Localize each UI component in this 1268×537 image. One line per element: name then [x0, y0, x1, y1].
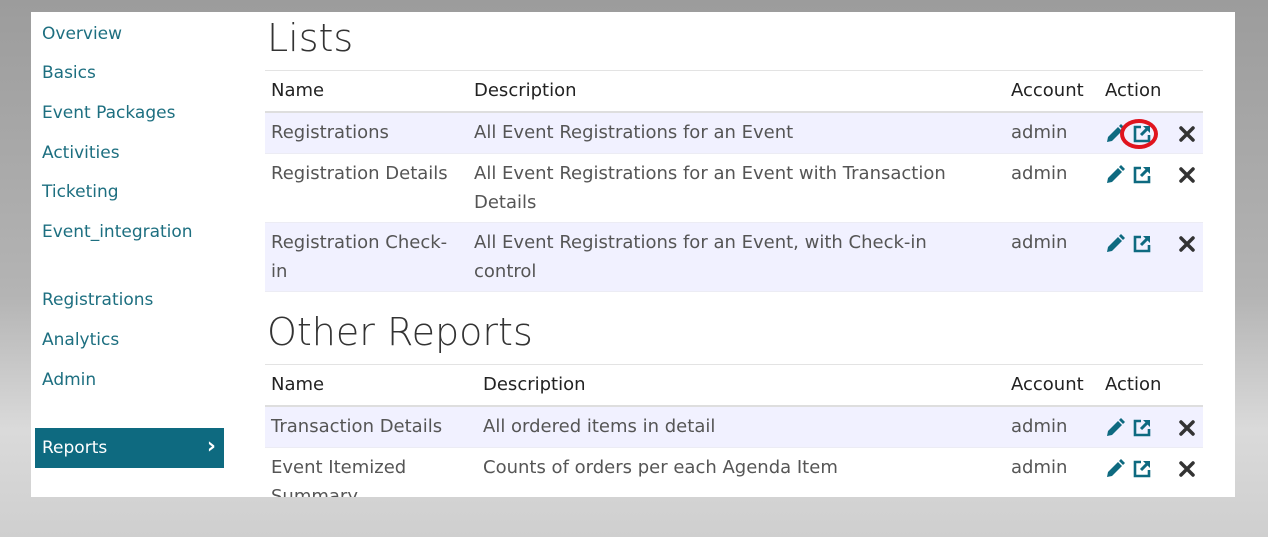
header-name: Name — [271, 374, 325, 395]
row-name[interactable]: Registration Details — [271, 159, 471, 188]
main-content: Lists Name Description Account Action Re… — [265, 12, 1203, 497]
row-account: admin — [1011, 232, 1068, 253]
close-icon[interactable] — [1177, 124, 1197, 144]
row-name[interactable]: Registration Check-in — [271, 228, 451, 286]
sidebar-item-label: Reports — [42, 438, 108, 458]
pencil-icon[interactable] — [1105, 234, 1125, 254]
pencil-icon[interactable] — [1105, 418, 1125, 438]
pencil-icon[interactable] — [1105, 459, 1125, 479]
row-name[interactable]: Event Itemized Summary — [271, 453, 451, 497]
external-link-icon[interactable] — [1132, 165, 1152, 185]
highlight-circle — [1120, 119, 1158, 149]
row-description: All Event Registrations for an Event — [474, 122, 794, 143]
header-description: Description — [483, 374, 586, 395]
table-row: Registration Check-in All Event Registra… — [265, 223, 1203, 292]
header-action: Action — [1105, 374, 1162, 395]
sidebar-item-event-integration[interactable]: Event_integration — [42, 221, 193, 243]
header-description: Description — [474, 80, 577, 101]
header-account: Account — [1011, 374, 1084, 395]
row-description: Counts of orders per each Agenda Item — [483, 457, 838, 478]
sidebar-item-analytics[interactable]: Analytics — [42, 329, 119, 351]
chevron-right-icon: › — [206, 434, 216, 459]
table-row: Registration Details All Event Registrat… — [265, 154, 1203, 223]
sidebar-item-ticketing[interactable]: Ticketing — [42, 181, 119, 203]
row-account: admin — [1011, 416, 1068, 437]
row-name[interactable]: Transaction Details — [271, 412, 481, 441]
other-reports-table: Name Description Account Action Transact… — [265, 364, 1203, 497]
close-icon[interactable] — [1177, 459, 1197, 479]
header-name: Name — [271, 80, 325, 101]
external-link-icon[interactable] — [1132, 418, 1152, 438]
lists-title: Lists — [267, 16, 354, 60]
row-name[interactable]: Registrations — [271, 118, 466, 147]
row-description: All ordered items in detail — [483, 416, 716, 437]
row-account: admin — [1011, 122, 1068, 143]
table-row: Registrations All Event Registrations fo… — [265, 113, 1203, 154]
close-icon[interactable] — [1177, 234, 1197, 254]
table-row: Transaction Details All ordered items in… — [265, 407, 1203, 448]
sidebar-item-activities[interactable]: Activities — [42, 142, 120, 164]
sidebar-item-reports[interactable]: Reports › — [35, 428, 224, 468]
row-description: All Event Registrations for an Event, wi… — [474, 232, 927, 282]
close-icon[interactable] — [1177, 165, 1197, 185]
lists-table: Name Description Account Action Registra… — [265, 70, 1203, 292]
sidebar-item-registrations[interactable]: Registrations — [42, 289, 153, 311]
row-account: admin — [1011, 457, 1068, 478]
header-action: Action — [1105, 80, 1162, 101]
sidebar-item-overview[interactable]: Overview — [42, 23, 122, 45]
sidebar-item-event-packages[interactable]: Event Packages — [42, 102, 175, 124]
other-reports-title: Other Reports — [267, 310, 533, 354]
page: Overview Basics Event Packages Activitie… — [31, 12, 1235, 497]
sidebar: Overview Basics Event Packages Activitie… — [31, 12, 231, 497]
table-header: Name Description Account Action — [265, 70, 1203, 113]
close-icon[interactable] — [1177, 418, 1197, 438]
sidebar-item-admin[interactable]: Admin — [42, 369, 96, 391]
external-link-icon[interactable] — [1132, 234, 1152, 254]
row-description: All Event Registrations for an Event wit… — [474, 163, 946, 213]
sidebar-item-basics[interactable]: Basics — [42, 62, 96, 84]
pencil-icon[interactable] — [1105, 165, 1125, 185]
header-account: Account — [1011, 80, 1084, 101]
external-link-icon[interactable] — [1132, 459, 1152, 479]
row-account: admin — [1011, 163, 1068, 184]
table-row: Event Itemized Summary Counts of orders … — [265, 448, 1203, 497]
table-header: Name Description Account Action — [265, 364, 1203, 407]
